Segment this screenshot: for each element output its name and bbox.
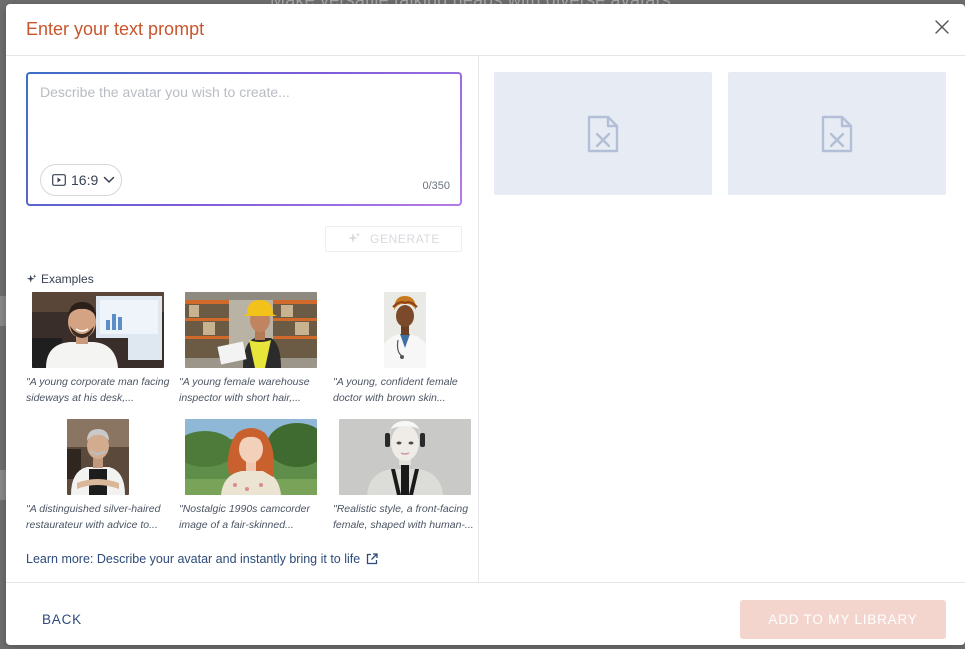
- prompt-box: 16:9 0/350: [26, 72, 462, 206]
- close-icon: [935, 20, 949, 34]
- example-thumbnail: [67, 419, 129, 495]
- character-count: 0/350: [422, 180, 450, 192]
- broken-file-icon: [587, 115, 619, 152]
- example-thumbnail: [185, 419, 317, 495]
- example-card[interactable]: "Nostalgic 1990s camcorder image of a fa…: [179, 419, 329, 539]
- back-button[interactable]: BACK: [42, 612, 82, 627]
- example-caption: "Realistic style, a front-facing female,…: [333, 503, 474, 531]
- result-placeholder: [494, 72, 712, 195]
- generate-button[interactable]: GENERATE: [325, 226, 462, 252]
- sparkle-icon: [348, 232, 361, 243]
- example-card[interactable]: "A young female warehouse inspector with…: [179, 292, 329, 412]
- prompt-panel: 16:9 0/350 GENERATE Examples: [6, 56, 479, 582]
- example-caption: "A distinguished silver-haired restaurat…: [26, 503, 161, 531]
- video-frame-icon: [52, 174, 66, 186]
- sparkle-icon: [26, 273, 37, 283]
- examples-heading: Examples: [26, 272, 94, 286]
- example-card[interactable]: "A young corporate man facing sideways a…: [26, 292, 176, 412]
- example-caption: "Nostalgic 1990s camcorder image of a fa…: [179, 503, 310, 531]
- aspect-ratio-value: 16:9: [71, 172, 99, 188]
- modal-footer: BACK ADD TO MY LIBRARY: [6, 582, 965, 645]
- example-thumbnail: [384, 292, 426, 368]
- external-link-icon: [367, 553, 378, 565]
- example-caption: "A young corporate man facing sideways a…: [26, 376, 170, 404]
- broken-file-icon: [821, 115, 853, 152]
- prompt-input[interactable]: [40, 84, 448, 154]
- results-panel: [480, 56, 965, 582]
- example-card[interactable]: "Realistic style, a front-facing female,…: [333, 419, 483, 539]
- add-to-library-button[interactable]: ADD TO MY LIBRARY: [740, 600, 946, 639]
- generate-label: GENERATE: [370, 232, 440, 246]
- examples-label: Examples: [41, 272, 94, 286]
- example-caption: "A young, confident female doctor with b…: [333, 376, 458, 404]
- example-caption: "A young female warehouse inspector with…: [179, 376, 310, 404]
- learn-more-label: Learn more: Describe your avatar and ins…: [26, 552, 361, 566]
- close-button[interactable]: [933, 18, 951, 36]
- result-placeholder: [728, 72, 946, 195]
- learn-more-link[interactable]: Learn more: Describe your avatar and ins…: [26, 552, 378, 566]
- example-card[interactable]: "A distinguished silver-haired restaurat…: [26, 419, 176, 539]
- example-card[interactable]: "A young, confident female doctor with b…: [333, 292, 483, 412]
- example-thumbnail: [339, 419, 471, 495]
- example-thumbnail: [32, 292, 164, 368]
- modal-header: Enter your text prompt: [6, 4, 965, 56]
- aspect-ratio-select[interactable]: 16:9: [40, 164, 122, 196]
- prompt-modal: Enter your text prompt 16:9 0/350: [6, 4, 965, 645]
- example-thumbnail: [185, 292, 317, 368]
- chevron-down-icon: [104, 176, 115, 184]
- modal-title: Enter your text prompt: [26, 19, 205, 39]
